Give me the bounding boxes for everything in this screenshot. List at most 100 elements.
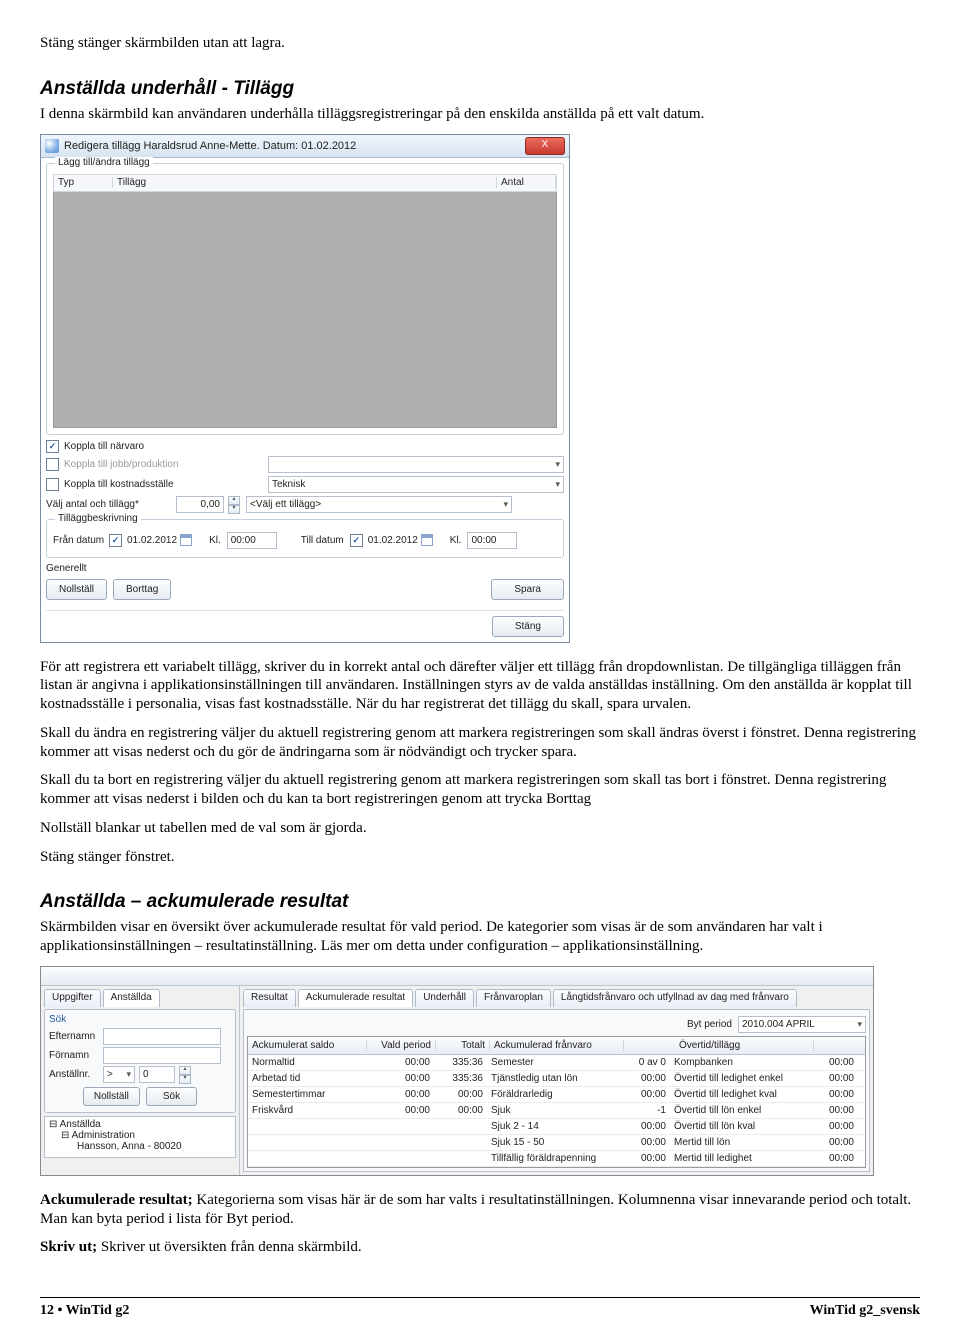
nollstall-button[interactable]: Nollställ: [46, 579, 107, 600]
dropdown-kostnad[interactable]: Teknisk: [268, 476, 564, 493]
borttag-button[interactable]: Borttag: [113, 579, 171, 600]
row-narvarro: Koppla till närvaro: [46, 440, 564, 453]
label-fran: Från datum: [53, 535, 109, 546]
checkbox-kostnad[interactable]: [46, 478, 59, 491]
footer-right: WinTid g2_svensk: [810, 1303, 920, 1319]
screenshot-ackumulerade: Uppgifter Anställda Sök Efternamn Förnam…: [40, 966, 874, 1176]
skriv-ut-text: Skriver ut översikten från denna skärmbi…: [101, 1239, 362, 1255]
table-row[interactable]: Semestertimmar00:0000:00Föräldrarledig00…: [248, 1087, 865, 1103]
table-row[interactable]: Sjuk 15 - 5000:00Mertid till lön00:00: [248, 1135, 865, 1151]
table-row[interactable]: Normaltid00:00335:36Semester0 av 0Kompba…: [248, 1055, 865, 1071]
spinner-anstallnr[interactable]: ▴▾: [179, 1066, 191, 1084]
date-fran: 01.02.2012: [127, 535, 177, 546]
spinner-antal[interactable]: ▴▾: [228, 496, 240, 514]
tree-emp[interactable]: Hansson, Anna - 80020: [77, 1141, 182, 1152]
table-row[interactable]: Sjuk 2 - 1400:00Övertid till lön kval00:…: [248, 1119, 865, 1135]
group-add-change: Lägg till/ändra tillägg Typ Tillägg Anta…: [46, 163, 564, 435]
tab-franvaroplan[interactable]: Frånvaroplan: [476, 989, 551, 1007]
col-antal[interactable]: Antal: [497, 177, 556, 188]
input-time2[interactable]: 00:00: [467, 532, 517, 549]
checkbox-narvarro[interactable]: [46, 440, 59, 453]
sok-button[interactable]: Sök: [146, 1087, 197, 1106]
app-icon: [45, 139, 59, 153]
dropdown-op[interactable]: >: [103, 1066, 135, 1083]
group-beskrivning: Tilläggbeskrivning Från datum 01.02.2012…: [46, 519, 564, 558]
close-icon[interactable]: X: [525, 137, 565, 155]
checkbox-fran[interactable]: [109, 534, 122, 547]
top-line: Stäng stänger skärmbilden utan att lagra…: [40, 34, 920, 53]
skriv-ut-bold: Skriv ut;: [40, 1239, 101, 1255]
date-till: 01.02.2012: [368, 535, 418, 546]
col-totalt[interactable]: Totalt: [436, 1040, 490, 1051]
spara-button[interactable]: Spara: [491, 579, 564, 600]
right-pane: Resultat Ackumulerade resultat Underhåll…: [240, 986, 873, 1175]
col-ack-franvaro[interactable]: Ackumulerad frånvaro: [490, 1040, 624, 1051]
input-anstallnr[interactable]: 0: [139, 1066, 175, 1083]
label-sok: Sök: [49, 1014, 231, 1025]
body-p5: Stäng stänger fönstret.: [40, 848, 920, 867]
col-vald-period[interactable]: Vald period: [367, 1040, 436, 1051]
label-fornamn: Förnamn: [49, 1050, 103, 1061]
label-valj: Välj antal och tillägg*: [46, 499, 176, 510]
period-row: Byt period 2010.004 APRIL: [247, 1013, 866, 1036]
tab-ackumulerade[interactable]: Ackumulerade resultat: [298, 989, 414, 1007]
grid-body[interactable]: [53, 192, 557, 428]
result-grid: Ackumulerat saldo Vald period Totalt Ack…: [247, 1036, 866, 1168]
body-p4: Nollställ blankar ut tabellen med de val…: [40, 819, 920, 838]
label-narvarro: Koppla till närvaro: [64, 441, 144, 452]
table-row[interactable]: Friskvård00:0000:00Sjuk-1Övertid till lö…: [248, 1103, 865, 1119]
group-beskrivning-label: Tilläggbeskrivning: [55, 513, 141, 524]
tab-langtid[interactable]: Långtidsfrånvaro och utfyllnad av dag me…: [553, 989, 797, 1007]
tree-root: Anställda: [60, 1119, 101, 1130]
dropdown-period[interactable]: 2010.004 APRIL: [738, 1016, 866, 1033]
label-anstallnr: Anställnr.: [49, 1069, 103, 1080]
button-row-1: Nollställ Borttag Spara: [46, 579, 564, 600]
input-time1[interactable]: 00:00: [227, 532, 277, 549]
group-add-label: Lägg till/ändra tillägg: [55, 157, 153, 168]
tab-underhall[interactable]: Underhåll: [415, 989, 474, 1007]
table-row[interactable]: Tillfällig föräldrapenning00:00Mertid ti…: [248, 1151, 865, 1167]
tab-uppgifter[interactable]: Uppgifter: [44, 989, 101, 1007]
input-efternamn[interactable]: [103, 1028, 221, 1045]
grid-header: Ackumulerat saldo Vald period Totalt Ack…: [248, 1037, 865, 1055]
checkbox-till[interactable]: [350, 534, 363, 547]
dropdown-jobb[interactable]: [268, 456, 564, 473]
input-fornamn[interactable]: [103, 1047, 221, 1064]
section1-intro: I denna skärmbild kan användaren underhå…: [40, 105, 920, 124]
dropdown-tillagg[interactable]: <Välj ett tillägg>: [246, 496, 512, 513]
employee-tree[interactable]: ⊟ Anställda ⊟ Administration Hansson, An…: [44, 1116, 236, 1158]
left-tabs: Uppgifter Anställda: [44, 989, 236, 1007]
section1-heading: Anställda underhåll - Tillägg: [40, 78, 920, 100]
table-row[interactable]: Arbetad tid00:00335:36Tjänstledig utan l…: [248, 1071, 865, 1087]
label-kostnad: Koppla till kostnadsställe: [64, 479, 178, 490]
stang-button[interactable]: Stäng: [492, 616, 564, 637]
checkbox-jobb[interactable]: [46, 458, 59, 471]
label-till: Till datum: [301, 535, 344, 546]
body-p2: Skall du ändra en registrering väljer du…: [40, 724, 920, 762]
tree-dept: Administration: [72, 1130, 135, 1141]
calendar-icon[interactable]: [180, 534, 192, 546]
label-jobb: Koppla till jobb/produktion: [64, 459, 179, 470]
grid-header: Typ Tillägg Antal: [53, 174, 557, 192]
col-typ[interactable]: Typ: [54, 177, 113, 188]
calendar-icon[interactable]: [421, 534, 433, 546]
tab-anstallda[interactable]: Anställda: [103, 989, 160, 1007]
col-tillagg[interactable]: Tillägg: [113, 177, 497, 188]
left-pane: Uppgifter Anställda Sök Efternamn Förnam…: [41, 986, 240, 1175]
skriv-ut-para: Skriv ut; Skriver ut översikten från den…: [40, 1238, 920, 1257]
col-ack-saldo[interactable]: Ackumulerat saldo: [248, 1040, 367, 1051]
label-generellt: Generellt: [46, 563, 87, 574]
tab-resultat[interactable]: Resultat: [243, 989, 296, 1007]
toolbar: [41, 967, 873, 986]
page-footer: 12 • WinTid g2 WinTid g2_svensk: [40, 1297, 920, 1319]
row-generellt: Generellt: [46, 563, 564, 574]
body-p1: För att registrera ett variabelt tillägg…: [40, 658, 920, 714]
col-overtid[interactable]: Övertid/tillägg: [675, 1040, 814, 1051]
kostnad-value: Teknisk: [272, 479, 305, 490]
op-value: >: [107, 1069, 113, 1080]
body-p3: Skall du ta bort en registrering väljer …: [40, 771, 920, 809]
dialog-redigera-tillagg: Redigera tillägg Haraldsrud Anne-Mette. …: [40, 134, 570, 643]
nollstall-button[interactable]: Nollställ: [83, 1087, 140, 1106]
input-antal[interactable]: 0,00: [176, 496, 224, 513]
row-valj: Välj antal och tillägg* 0,00 ▴▾ <Välj et…: [46, 496, 564, 514]
